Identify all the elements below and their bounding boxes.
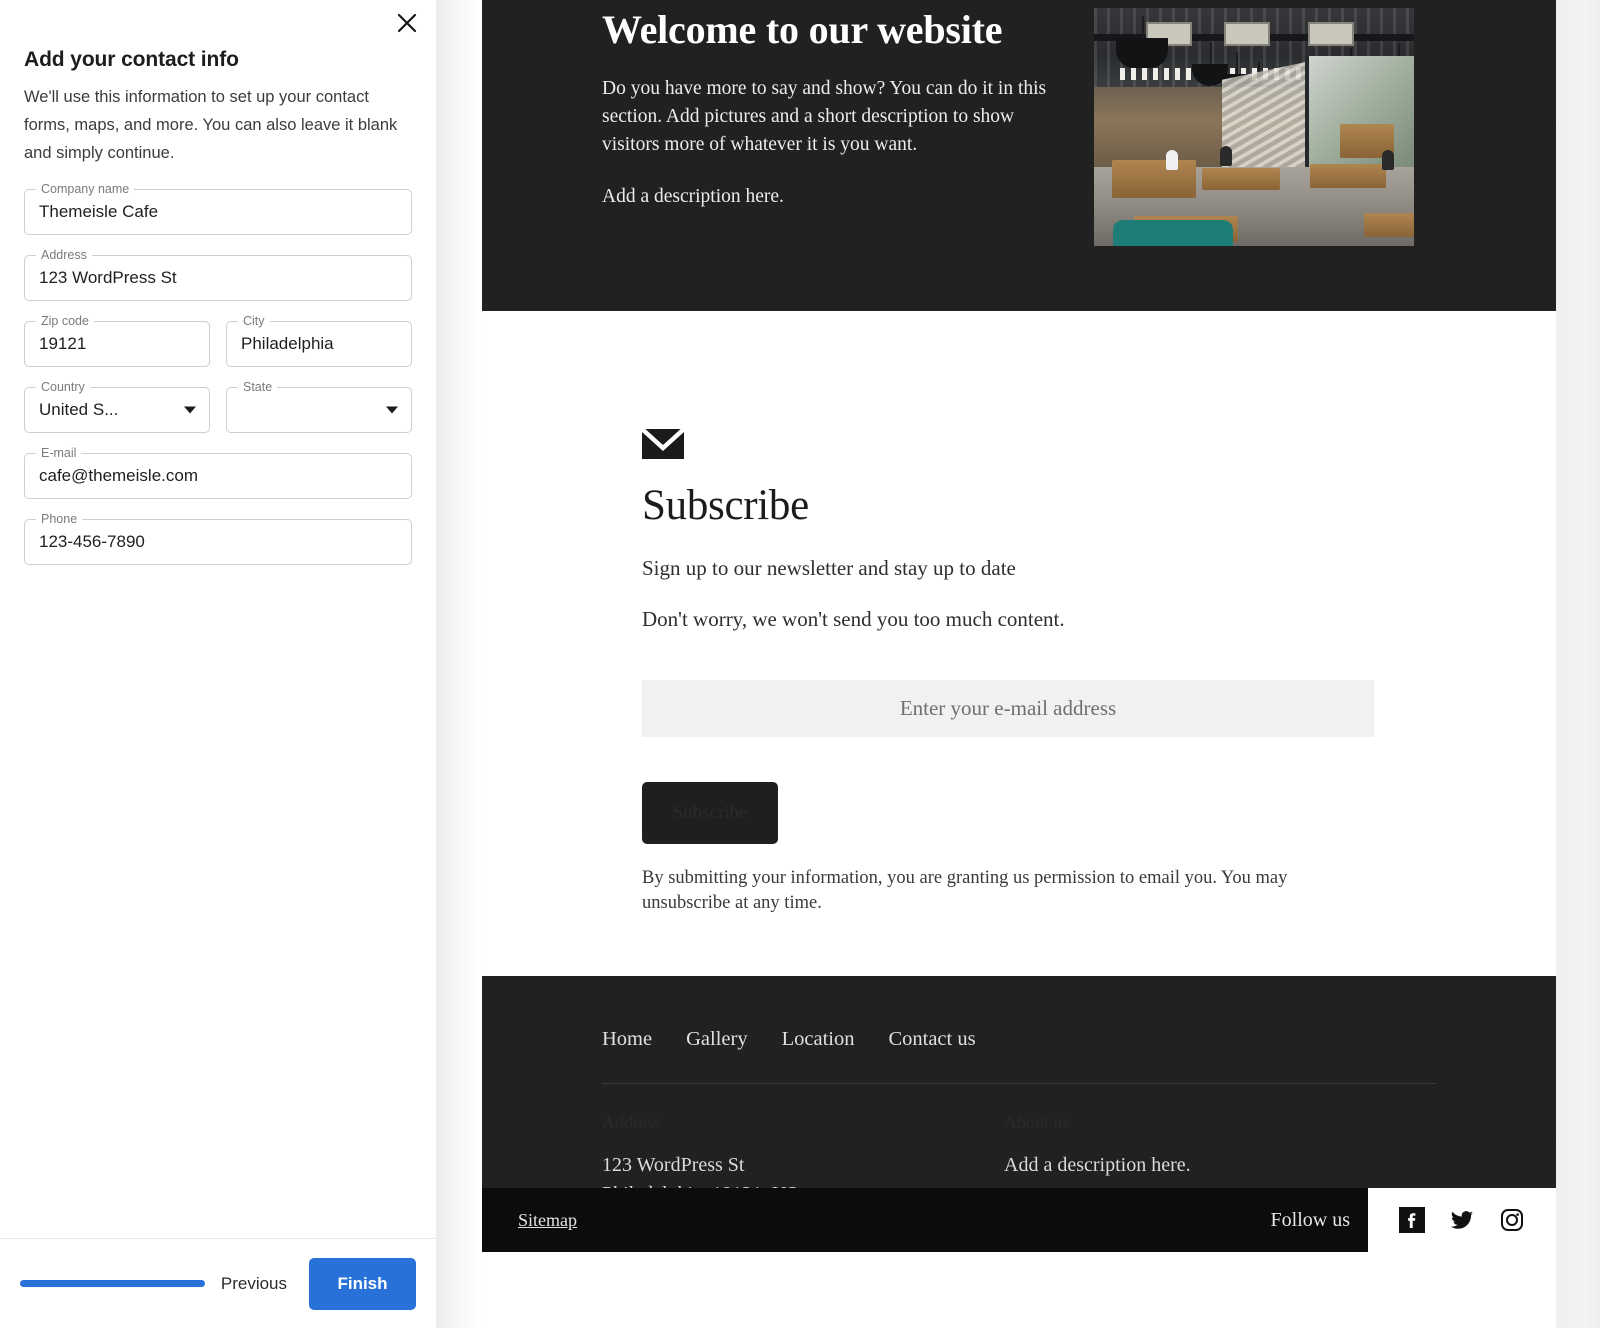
footer-nav-contact-us[interactable]: Contact us [888, 1028, 975, 1051]
subscribe-line-2: Don't worry, we won't send you too much … [642, 607, 1436, 632]
previous-button[interactable]: Previous [221, 1274, 287, 1294]
page-description: We'll use this information to set up you… [24, 83, 412, 167]
hero-section: Welcome to our website Do you have more … [482, 0, 1556, 311]
sitemap-link[interactable]: Sitemap [518, 1210, 577, 1231]
footer-nav: Home Gallery Location Contact us [602, 1028, 1436, 1051]
subscribe-fine-print: By submitting your information, you are … [642, 866, 1364, 916]
footer-divider [602, 1083, 1436, 1084]
hero-paragraph: Do you have more to say and show? You ca… [602, 75, 1072, 159]
wizard-footer: Previous Finish [0, 1238, 436, 1328]
footer-nav-gallery[interactable]: Gallery [686, 1028, 747, 1051]
twitter-icon[interactable] [1449, 1207, 1475, 1233]
footer-about-title: About us [1004, 1112, 1406, 1133]
email-input[interactable]: cafe@themeisle.com [39, 466, 198, 486]
field-company-name[interactable]: Company name Themeisle Cafe [24, 189, 412, 235]
chevron-down-icon[interactable] [386, 407, 398, 414]
footer-address-line-1: 123 WordPress St [602, 1151, 1004, 1180]
subscribe-section: Subscribe Sign up to our newsletter and … [482, 311, 1556, 976]
hero-image [1094, 8, 1414, 246]
field-phone[interactable]: Phone 123-456-7890 [24, 519, 412, 565]
label-country: Country [36, 380, 90, 394]
company-name-input[interactable]: Themeisle Cafe [39, 202, 158, 222]
address-input[interactable]: 123 WordPress St [39, 268, 177, 288]
field-address[interactable]: Address 123 WordPress St [24, 255, 412, 301]
label-city: City [238, 314, 270, 328]
instagram-icon[interactable] [1499, 1207, 1525, 1233]
label-phone: Phone [36, 512, 82, 526]
facebook-icon[interactable] [1399, 1207, 1425, 1233]
follow-us-label: Follow us [1271, 1209, 1350, 1232]
label-zip-code: Zip code [36, 314, 94, 328]
field-state[interactable]: State [226, 387, 412, 433]
zip-code-input[interactable]: 19121 [39, 334, 86, 354]
footer-bottom-bar: Sitemap Follow us [482, 1188, 1556, 1252]
hero-heading: Welcome to our website [602, 5, 1072, 55]
label-company-name: Company name [36, 182, 134, 196]
footer-nav-home[interactable]: Home [602, 1028, 652, 1051]
footer-address-title: Address [602, 1112, 1004, 1133]
finish-button[interactable]: Finish [309, 1258, 416, 1310]
hero-description: Add a description here. [602, 183, 1072, 211]
site-preview: Welcome to our website Do you have more … [482, 0, 1556, 1328]
field-country[interactable]: Country United S... [24, 387, 210, 433]
wizard-content: Add your contact info We'll use this inf… [0, 0, 436, 1238]
progress-bar [20, 1280, 205, 1287]
subscribe-button[interactable]: Subscribe [642, 782, 778, 844]
panel-divider-shadow [436, 0, 482, 1328]
label-email: E-mail [36, 446, 81, 460]
city-input[interactable]: Philadelphia [241, 334, 334, 354]
chevron-down-icon[interactable] [184, 407, 196, 414]
site-footer: Home Gallery Location Contact us Address… [482, 976, 1556, 1252]
field-city[interactable]: City Philadelphia [226, 321, 412, 367]
social-icons [1368, 1188, 1556, 1252]
contact-info-wizard-panel: Add your contact info We'll use this inf… [0, 0, 436, 1328]
page-title: Add your contact info [24, 48, 412, 72]
subscribe-email-input[interactable]: Enter your e-mail address [642, 680, 1374, 737]
subscribe-line-1: Sign up to our newsletter and stay up to… [642, 556, 1436, 581]
right-edge-strip [1556, 0, 1600, 1328]
app-root: Add your contact info We'll use this inf… [0, 0, 1600, 1328]
envelope-icon [642, 429, 1436, 459]
phone-input[interactable]: 123-456-7890 [39, 532, 145, 552]
footer-nav-location[interactable]: Location [782, 1028, 855, 1051]
subscribe-heading: Subscribe [642, 481, 1436, 530]
field-zip-code[interactable]: Zip code 19121 [24, 321, 210, 367]
footer-about-text: Add a description here. [1004, 1151, 1406, 1180]
label-state: State [238, 380, 277, 394]
field-email[interactable]: E-mail cafe@themeisle.com [24, 453, 412, 499]
close-icon[interactable] [390, 6, 424, 40]
contact-form: Company name Themeisle Cafe Address 123 … [24, 189, 412, 565]
label-address: Address [36, 248, 92, 262]
hero-text-block: Welcome to our website Do you have more … [602, 0, 1072, 211]
country-select[interactable]: United S... [39, 400, 118, 420]
